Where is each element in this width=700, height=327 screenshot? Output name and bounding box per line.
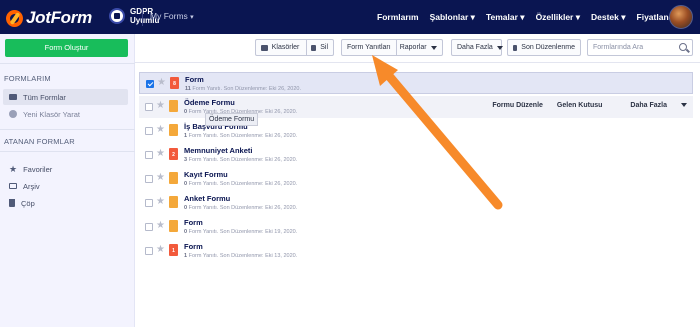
annotation-arrow: [372, 55, 503, 210]
arrow-shaft: [379, 65, 503, 210]
